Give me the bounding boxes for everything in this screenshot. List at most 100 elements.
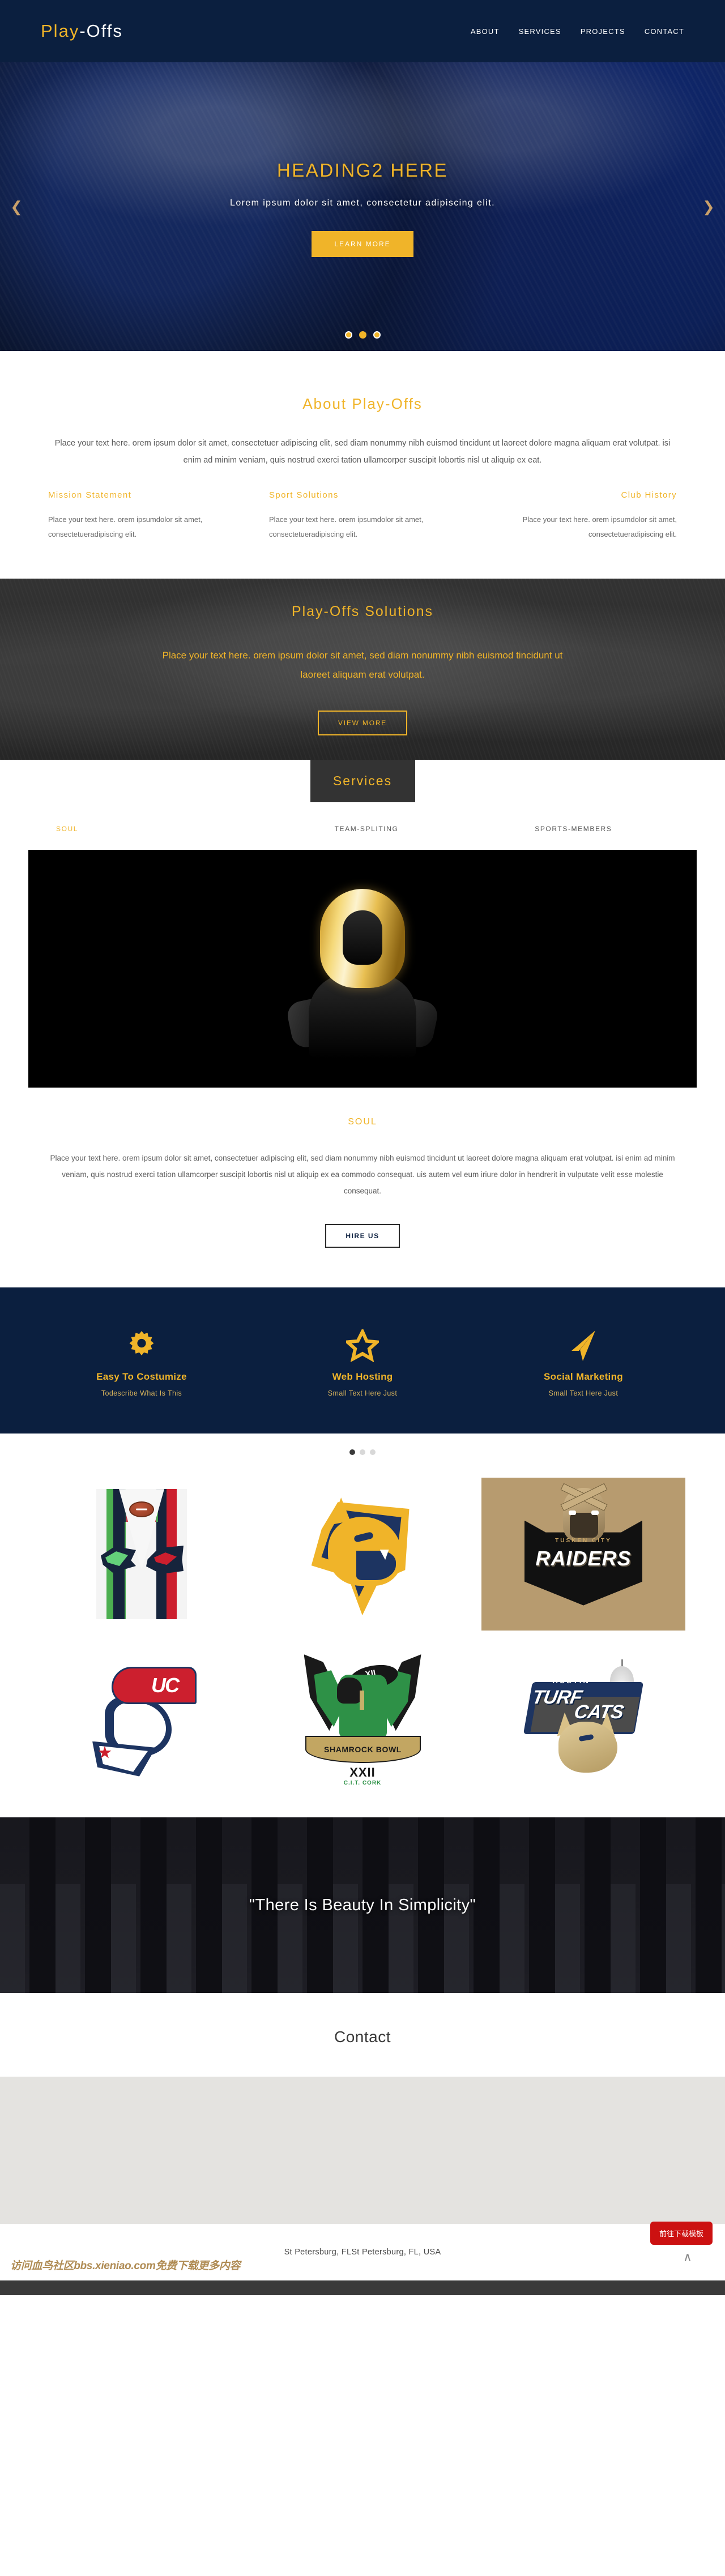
- gallery-grid: TUSKEN CITY RAIDERS UC XII SHAMROCK BOWL…: [40, 1478, 685, 1817]
- services-header: Services: [0, 760, 725, 803]
- watermark-text: 访问血鸟社区bbs.xieniao.com免费下载更多内容: [10, 2260, 241, 2273]
- contact-section: Contact: [0, 1993, 725, 2077]
- view-more-button[interactable]: VIEW MORE: [317, 710, 408, 735]
- wildcat-logo: [302, 1492, 424, 1616]
- services-title-box: Services: [310, 760, 415, 803]
- gear-icon: [48, 1328, 235, 1363]
- about-column-solutions: Sport Solutions Place your text here. or…: [269, 490, 456, 541]
- features-section: Easy To Costumize Todescribe What Is Thi…: [0, 1287, 725, 1434]
- feature-subtitle: Todescribe What Is This: [101, 1389, 182, 1398]
- gallery-item-seahawks-vs-patriots[interactable]: [40, 1478, 244, 1631]
- gallery-item-wildcat[interactable]: [261, 1478, 464, 1631]
- feature-title: Social Marketing: [544, 1371, 623, 1383]
- services-panel-body: Place your text here. orem ipsum dolor s…: [50, 1154, 675, 1196]
- star-icon: [269, 1328, 456, 1363]
- chevron-right-icon[interactable]: ❯: [700, 199, 717, 214]
- about-column-mission: Mission Statement Place your text here. …: [48, 490, 235, 541]
- feature-subtitle: Small Text Here Just: [548, 1389, 619, 1398]
- about-column-title: Mission Statement: [48, 490, 132, 500]
- gallery-item-shamrock-bowl[interactable]: XII SHAMROCK BOWL XXII C.I.T. CORK: [261, 1645, 464, 1799]
- chevron-up-icon[interactable]: ∧: [683, 2251, 692, 2263]
- quote-content: "There Is Beauty In Simplicity": [0, 1817, 725, 1993]
- brand-first-part: Play: [41, 21, 80, 41]
- solutions-text: Place your text here. orem ipsum dolor s…: [162, 649, 563, 680]
- raiders-logo-city-text: TUSKEN CITY: [555, 1537, 612, 1544]
- services-section: Services SOUL TEAM-SPLITING SPORTS-MEMBE…: [0, 760, 725, 1288]
- contact-title: Contact: [334, 2028, 391, 2046]
- services-feature-image: [28, 850, 697, 1088]
- tab-soul[interactable]: SOUL: [48, 825, 263, 833]
- turfcats-logo-city-text: AUSTIN: [552, 1676, 591, 1685]
- gallery-item-uc-colonial[interactable]: UC: [40, 1645, 244, 1799]
- contact-map[interactable]: [0, 2077, 725, 2224]
- about-column-title: Sport Solutions: [269, 490, 339, 500]
- shamrock-bowl-logo: XII SHAMROCK BOWL XXII C.I.T. CORK: [302, 1651, 424, 1792]
- nav-item-services[interactable]: SERVICES: [519, 27, 561, 36]
- tab-team-spliting[interactable]: TEAM-SPLITING: [263, 825, 470, 833]
- hero-dot-1[interactable]: [344, 331, 352, 339]
- hero-carousel: ❮ ❯ HEADING2 HERE Lorem ipsum dolor sit …: [0, 62, 725, 351]
- helmet-visor: [343, 910, 382, 965]
- feature-title: Web Hosting: [332, 1371, 393, 1383]
- turfcats-logo-word-two: CATS: [572, 1701, 625, 1723]
- feature-subtitle: Small Text Here Just: [327, 1389, 398, 1398]
- uc-logo-monogram: UC: [151, 1673, 180, 1697]
- gallery-dot-2[interactable]: [360, 1449, 365, 1456]
- features-row: Easy To Costumize Todescribe What Is Thi…: [48, 1328, 677, 1397]
- hero-carousel-dots: [0, 331, 725, 339]
- quote-text: "There Is Beauty In Simplicity": [249, 1895, 476, 1914]
- services-tab-list: SOUL TEAM-SPLITING SPORTS-MEMBERS: [48, 825, 677, 833]
- about-column-title: Club History: [621, 490, 677, 500]
- hire-us-button[interactable]: HIRE US: [325, 1224, 400, 1248]
- services-panel-title: SOUL: [348, 1117, 377, 1127]
- feature-title: Easy To Costumize: [96, 1371, 187, 1383]
- hero-dot-3[interactable]: [373, 331, 381, 339]
- solutions-title: Play-Offs Solutions: [291, 603, 434, 619]
- brand-second-part: -Offs: [79, 21, 123, 41]
- about-column-text: Place your text here. orem ipsumdolor si…: [522, 515, 677, 538]
- site-brand[interactable]: Play-Offs: [41, 21, 123, 41]
- gallery-item-tusken-city-raiders[interactable]: TUSKEN CITY RAIDERS: [481, 1478, 685, 1631]
- raiders-logo-main-text: RAIDERS: [535, 1546, 632, 1570]
- tab-sports-members[interactable]: SPORTS-MEMBERS: [470, 825, 677, 833]
- nav-item-contact[interactable]: CONTACT: [645, 27, 684, 36]
- about-body-text: Place your text here. orem ipsum dolor s…: [54, 439, 671, 465]
- seahawks-vs-patriots-logo: [96, 1489, 187, 1620]
- hero-content: HEADING2 HERE Lorem ipsum dolor sit amet…: [0, 62, 725, 351]
- hero-heading: HEADING2 HERE: [276, 160, 449, 181]
- gallery-carousel-dots: [0, 1449, 725, 1456]
- about-columns: Mission Statement Place your text here. …: [48, 490, 677, 541]
- solutions-content: Play-Offs Solutions Place your text here…: [0, 579, 725, 760]
- projects-gallery-section: TUSKEN CITY RAIDERS UC XII SHAMROCK BOWL…: [0, 1434, 725, 1818]
- feature-easy-to-costumize: Easy To Costumize Todescribe What Is Thi…: [48, 1328, 235, 1397]
- hero-dot-2[interactable]: [359, 331, 366, 339]
- main-navigation: ABOUT SERVICES PROJECTS CONTACT: [471, 27, 684, 36]
- site-header: Play-Offs ABOUT SERVICES PROJECTS CONTAC…: [0, 0, 725, 62]
- paper-plane-icon: [490, 1328, 677, 1363]
- gallery-dot-1[interactable]: [349, 1449, 355, 1456]
- shamrock-logo-numeral: XXII: [349, 1765, 376, 1780]
- feature-social-marketing: Social Marketing Small Text Here Just: [490, 1328, 677, 1397]
- solutions-banner: Play-Offs Solutions Place your text here…: [0, 579, 725, 760]
- gallery-dot-3[interactable]: [370, 1449, 376, 1456]
- about-column-text: Place your text here. orem ipsumdolor si…: [48, 515, 203, 538]
- nav-item-about[interactable]: ABOUT: [471, 27, 500, 36]
- site-footer: St Petersburg, FLSt Petersburg, FL, USA …: [0, 2222, 725, 2281]
- gallery-item-austin-turfcats[interactable]: AUSTIN TURF CATS: [481, 1645, 685, 1799]
- football-helmet-illustration: [285, 888, 440, 1059]
- nav-item-projects[interactable]: PROJECTS: [581, 27, 625, 36]
- hero-subheading: Lorem ipsum dolor sit amet, consectetur …: [230, 198, 495, 208]
- download-template-button[interactable]: 前往下载模板: [650, 2222, 713, 2245]
- about-column-text: Place your text here. orem ipsumdolor si…: [269, 515, 424, 538]
- services-title: Services: [332, 773, 393, 789]
- learn-more-button[interactable]: LEARN MORE: [312, 231, 413, 257]
- about-column-history: Club History Place your text here. orem …: [490, 490, 677, 541]
- about-title: About Play-Offs: [302, 395, 423, 412]
- chevron-left-icon[interactable]: ❮: [8, 199, 25, 214]
- shamrock-logo-banner-text: SHAMROCK BOWL: [324, 1745, 402, 1755]
- tusken-city-raiders-logo: TUSKEN CITY RAIDERS: [521, 1483, 646, 1621]
- about-section: About Play-Offs Place your text here. or…: [0, 351, 725, 579]
- uc-colonial-logo: UC: [82, 1661, 201, 1783]
- footer-bottom-bar: [0, 2280, 725, 2296]
- feature-web-hosting: Web Hosting Small Text Here Just: [269, 1328, 456, 1397]
